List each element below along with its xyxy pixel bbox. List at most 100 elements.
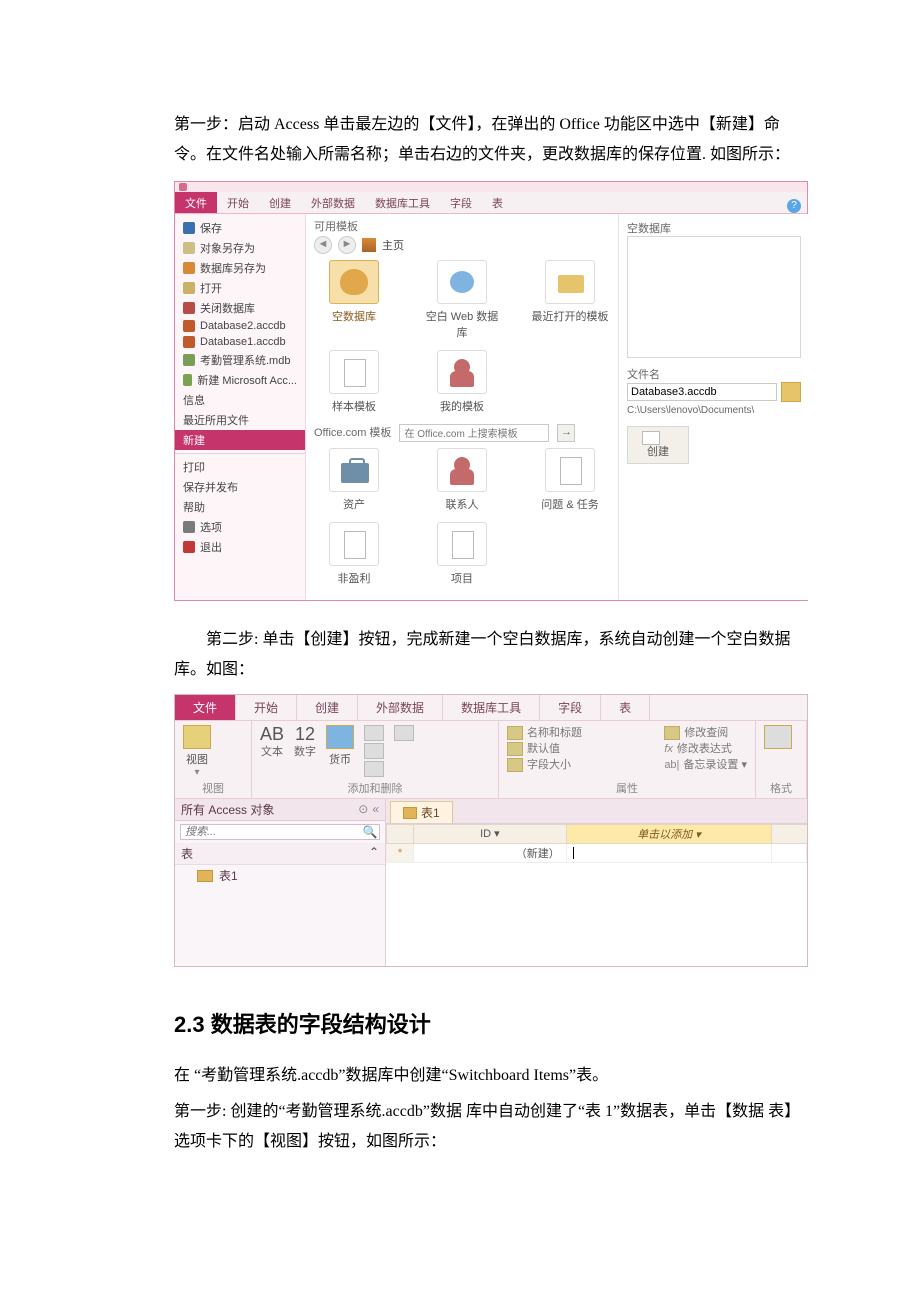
- template-asset[interactable]: 资产: [314, 448, 394, 512]
- save-path: C:\Users\lenovo\Documents\: [627, 405, 801, 416]
- nav-help[interactable]: 帮助: [175, 497, 305, 517]
- breadcrumb-home-label: 主页: [382, 237, 404, 253]
- prop-default-value[interactable]: 默认值: [507, 741, 582, 757]
- tab-db-tools-2[interactable]: 数据库工具: [443, 695, 540, 720]
- step3a-text: 在 “考勤管理系统.accdb”数据库中创建“Switchboard Items…: [174, 1061, 808, 1091]
- tab-field-2[interactable]: 字段: [540, 695, 601, 720]
- nav-save-db-as[interactable]: 数据库另存为: [175, 258, 305, 278]
- tab-field[interactable]: 字段: [440, 192, 482, 213]
- prop-modify-lookup[interactable]: 修改查阅: [664, 725, 747, 741]
- prop-name-caption[interactable]: 名称和标题: [507, 725, 582, 741]
- prop-modify-expression[interactable]: fx修改表达式: [664, 741, 747, 757]
- tab-external-data-2[interactable]: 外部数据: [358, 695, 443, 720]
- new-row-indicator[interactable]: *: [387, 843, 414, 862]
- nav-new[interactable]: 新建: [175, 430, 305, 450]
- nav-object-table1[interactable]: 表1: [175, 865, 385, 886]
- tab-create[interactable]: 创建: [259, 192, 301, 213]
- view-button[interactable]: 视图▾: [183, 725, 211, 778]
- create-button[interactable]: 创建: [627, 426, 689, 464]
- nav-dropdown-icon[interactable]: ⊙: [358, 802, 368, 816]
- datasheet-grid[interactable]: ID ▾ 单击以添加 ▾ * （新建）: [386, 824, 807, 863]
- dropdown-icon: ▾: [741, 759, 747, 771]
- cell-new-field[interactable]: [566, 843, 771, 862]
- filename-input[interactable]: [627, 383, 777, 401]
- nav-recent-3[interactable]: 考勤管理系统.mdb: [175, 350, 305, 370]
- format-icon: [764, 725, 792, 749]
- format-button[interactable]: [764, 725, 792, 751]
- help-icon[interactable]: ?: [787, 199, 801, 213]
- nav-save-publish[interactable]: 保存并发布: [175, 477, 305, 497]
- save-as-icon: [183, 242, 195, 254]
- forward-icon[interactable]: ►: [338, 236, 356, 254]
- nav-close-db[interactable]: 关闭数据库: [175, 298, 305, 318]
- window-titlebar: [175, 182, 807, 192]
- database-icon: [183, 374, 192, 386]
- template-my[interactable]: 我的模板: [422, 350, 502, 414]
- template-project[interactable]: 项目: [422, 522, 502, 586]
- column-dropdown-icon: ▾: [494, 828, 500, 840]
- nav-info[interactable]: 信息: [175, 390, 305, 410]
- object-tab-table1[interactable]: 表1: [390, 801, 453, 823]
- ribbon-tabs: 文件 开始 创建 外部数据 数据库工具 字段 表 ?: [175, 192, 807, 214]
- row-selector-header[interactable]: [387, 824, 414, 843]
- template-blank-db[interactable]: 空数据库: [314, 260, 394, 340]
- small-button-2[interactable]: [364, 743, 384, 759]
- add-number-field-button[interactable]: 12数字: [294, 725, 316, 759]
- tab-external-data[interactable]: 外部数据: [301, 192, 365, 213]
- column-click-to-add[interactable]: 单击以添加 ▾: [566, 824, 771, 843]
- template-preview: [627, 236, 801, 358]
- tab-file-2[interactable]: 文件: [175, 695, 236, 720]
- template-search-input[interactable]: 在 Office.com 上搜索模板: [399, 424, 549, 442]
- group-format-label: 格式: [764, 780, 798, 796]
- tab-home[interactable]: 开始: [217, 192, 259, 213]
- prop-field-size[interactable]: 字段大小: [507, 757, 582, 773]
- small-button-1[interactable]: [364, 725, 384, 741]
- search-icon[interactable]: 🔍: [361, 825, 379, 839]
- small-button-4[interactable]: [394, 725, 414, 741]
- back-icon[interactable]: ◄: [314, 236, 332, 254]
- template-nonprofit[interactable]: 非盈利: [314, 522, 394, 586]
- available-templates-label: 可用模板: [314, 218, 610, 234]
- template-blank-web-db[interactable]: 空白 Web 数据库: [422, 260, 502, 340]
- nav-recent-4[interactable]: 新建 Microsoft Acc...: [175, 370, 305, 390]
- nav-options[interactable]: 选项: [175, 517, 305, 537]
- nav-pane-header[interactable]: 所有 Access 对象 ⊙«: [175, 799, 385, 821]
- add-currency-field-button[interactable]: 货币: [326, 725, 354, 767]
- template-recent[interactable]: 最近打开的模板: [530, 260, 610, 340]
- tab-home-2[interactable]: 开始: [236, 695, 297, 720]
- browse-folder-icon[interactable]: [781, 382, 801, 402]
- template-issue[interactable]: 问题 & 任务: [530, 448, 610, 512]
- small-button-3[interactable]: [364, 761, 384, 777]
- nav-print[interactable]: 打印: [175, 457, 305, 477]
- ribbon-tabs-2: 文件 开始 创建 外部数据 数据库工具 字段 表: [175, 695, 807, 721]
- step1-text: 第一步：启动 Access 单击最左边的【文件】，在弹出的 Office 功能区…: [174, 110, 808, 171]
- tab-table-2[interactable]: 表: [601, 695, 650, 720]
- template-contact[interactable]: 联系人: [422, 448, 502, 512]
- template-sample[interactable]: 样本模板: [314, 350, 394, 414]
- nav-open[interactable]: 打开: [175, 278, 305, 298]
- nav-recent[interactable]: 最近所用文件: [175, 410, 305, 430]
- add-text-field-button[interactable]: AB文本: [260, 725, 284, 759]
- office-com-templates-label: Office.com 模板: [314, 424, 391, 440]
- template-search-go[interactable]: →: [557, 424, 575, 442]
- tab-table[interactable]: 表: [482, 192, 513, 213]
- nav-recent-2[interactable]: Database1.accdb: [175, 334, 305, 350]
- column-id[interactable]: ID ▾: [414, 824, 567, 843]
- tab-create-2[interactable]: 创建: [297, 695, 358, 720]
- backstage-nav: 保存 对象另存为 数据库另存为 打开 关闭数据库 Database2.accdb…: [175, 214, 306, 600]
- tab-file[interactable]: 文件: [175, 192, 217, 213]
- tab-db-tools[interactable]: 数据库工具: [365, 192, 440, 213]
- nav-search-input[interactable]: [181, 825, 361, 839]
- nav-save[interactable]: 保存: [175, 218, 305, 238]
- nav-save-object-as[interactable]: 对象另存为: [175, 238, 305, 258]
- nav-exit[interactable]: 退出: [175, 537, 305, 557]
- nav-collapse-icon[interactable]: «: [372, 802, 379, 816]
- cell-id-new[interactable]: （新建）: [414, 843, 567, 862]
- currency-icon: [326, 725, 354, 749]
- nav-group-tables[interactable]: 表⌃: [175, 843, 385, 865]
- prop-memo-settings[interactable]: ab|备忘录设置 ▾: [664, 757, 747, 773]
- group-add-delete-label: 添加和删除: [260, 780, 490, 796]
- nav-search[interactable]: 🔍: [180, 824, 380, 840]
- nav-recent-1[interactable]: Database2.accdb: [175, 318, 305, 334]
- home-icon[interactable]: [362, 238, 376, 252]
